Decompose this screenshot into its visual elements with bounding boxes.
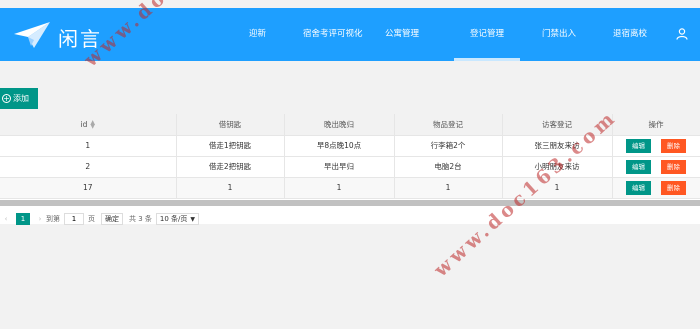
cell-late: 早8点晚10点 [284, 135, 395, 157]
add-button-label: 添加 [13, 94, 29, 103]
cell-items: 1 [394, 177, 503, 199]
cell-id: 2 [0, 156, 177, 178]
goto-label: 到第 [46, 215, 60, 223]
horizontal-scrollbar[interactable] [0, 200, 700, 206]
table-row: 1 借走1把钥匙 早8点晚10点 行李箱2个 张三朋友来访 编辑 删除 [0, 135, 700, 157]
top-header: 闲言 迎新 宿舍考评可视化 公寓管理 登记管理 门禁出入 退宿离校 [0, 8, 700, 61]
edit-button[interactable]: 编辑 [626, 180, 651, 195]
plus-circle-icon: + [2, 93, 11, 103]
delete-button[interactable]: 删除 [661, 138, 686, 153]
cell-actions: 编辑 删除 [612, 177, 700, 199]
add-button[interactable]: + 添加 [0, 88, 38, 109]
chevron-down-icon: ▼ [190, 215, 196, 223]
cell-key: 1 [176, 177, 285, 199]
nav-item-welcome[interactable]: 迎新 [249, 8, 266, 61]
table-header-row: id ▲ ▼ 借钥匙 晚出晚归 物品登记 访客登记 操作 [0, 114, 700, 136]
page-unit-label: 页 [88, 215, 95, 223]
confirm-button[interactable]: 确定 [101, 213, 123, 225]
brand-name: 闲言 [58, 27, 102, 51]
user-icon[interactable] [676, 28, 688, 40]
column-header-items: 物品登记 [394, 114, 503, 136]
pagination: ‹ 1 › 到第 页 确定 共 3 条 10 条/页 ▼ [0, 210, 200, 228]
prev-page-icon[interactable]: ‹ [0, 215, 12, 223]
column-header-late: 晚出晚归 [284, 114, 395, 136]
nav-item-registration[interactable]: 登记管理 [453, 8, 521, 61]
delete-button[interactable]: 删除 [661, 180, 686, 195]
column-header-visitor: 访客登记 [502, 114, 613, 136]
nav-item-checkout[interactable]: 退宿离校 [613, 8, 647, 61]
goto-page-input[interactable] [64, 213, 84, 225]
cell-visitor: 张三朋友来访 [502, 135, 613, 157]
cell-key: 借走2把钥匙 [176, 156, 285, 178]
data-table: id ▲ ▼ 借钥匙 晚出晚归 物品登记 访客登记 操作 1 借走1把钥匙 早8点晚… [0, 114, 700, 224]
cell-id: 17 [0, 177, 177, 199]
total-count: 共 3 条 [129, 215, 152, 223]
sort-icon[interactable]: ▲ ▼ [90, 119, 95, 129]
cell-actions: 编辑 删除 [612, 135, 700, 157]
nav-item-dorm-evaluation[interactable]: 宿舍考评可视化 [303, 8, 363, 61]
current-page-button[interactable]: 1 [16, 213, 30, 225]
cell-key: 借走1把钥匙 [176, 135, 285, 157]
next-page-icon[interactable]: › [34, 215, 46, 223]
cell-late: 早出早归 [284, 156, 395, 178]
delete-button[interactable]: 删除 [661, 159, 686, 174]
column-header-id[interactable]: id ▲ ▼ [0, 114, 177, 136]
cell-items: 行李箱2个 [394, 135, 503, 157]
cell-visitor: 1 [502, 177, 613, 199]
cell-items: 电脑2台 [394, 156, 503, 178]
page-size-value: 10 条/页 [159, 215, 188, 223]
paper-plane-logo-icon [14, 22, 50, 48]
nav-item-apartment[interactable]: 公寓管理 [385, 8, 419, 61]
cell-late: 1 [284, 177, 395, 199]
cell-visitor: 小明朋友来访 [502, 156, 613, 178]
column-header-actions: 操作 [612, 114, 700, 136]
cell-actions: 编辑 删除 [612, 156, 700, 178]
nav-item-access-control[interactable]: 门禁出入 [542, 8, 576, 61]
cell-id: 1 [0, 135, 177, 157]
edit-button[interactable]: 编辑 [626, 138, 651, 153]
page-size-select[interactable]: 10 条/页 ▼ [155, 213, 200, 225]
column-header-key: 借钥匙 [176, 114, 285, 136]
table-row: 2 借走2把钥匙 早出早归 电脑2台 小明朋友来访 编辑 删除 [0, 156, 700, 178]
table-row: 17 1 1 1 1 编辑 删除 [0, 177, 700, 199]
edit-button[interactable]: 编辑 [626, 159, 651, 174]
